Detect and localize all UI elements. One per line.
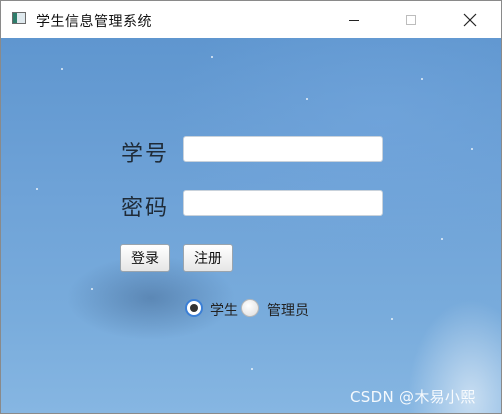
app-icon: [12, 12, 26, 24]
maximize-icon: [406, 14, 416, 25]
minimize-icon: [349, 19, 359, 21]
student-id-label: 学号: [121, 142, 170, 167]
maximize-button[interactable]: [388, 1, 434, 38]
password-input[interactable]: [183, 190, 383, 216]
role-student-radio[interactable]: [185, 299, 203, 317]
app-window: 学生信息管理系统 学号 密码 登录 注册 学生 管理员 CSDN @木易小熙: [0, 0, 502, 414]
role-student-label[interactable]: 学生: [210, 300, 238, 320]
role-admin-label[interactable]: 管理员: [267, 300, 309, 320]
close-button[interactable]: [447, 1, 493, 38]
title-bar[interactable]: 学生信息管理系统: [1, 1, 501, 38]
watermark-text: CSDN @木易小熙: [350, 388, 476, 406]
role-admin-radio[interactable]: [241, 299, 259, 317]
login-panel: 学号 密码 登录 注册 学生 管理员 CSDN @木易小熙: [1, 38, 501, 413]
window-title: 学生信息管理系统: [36, 14, 152, 30]
radio-selected-dot: [190, 304, 198, 312]
student-id-input[interactable]: [183, 136, 383, 162]
password-label: 密码: [121, 196, 170, 221]
register-button[interactable]: 注册: [183, 244, 233, 272]
close-icon: [463, 13, 477, 26]
login-button[interactable]: 登录: [120, 244, 170, 272]
minimize-button[interactable]: [331, 1, 377, 38]
